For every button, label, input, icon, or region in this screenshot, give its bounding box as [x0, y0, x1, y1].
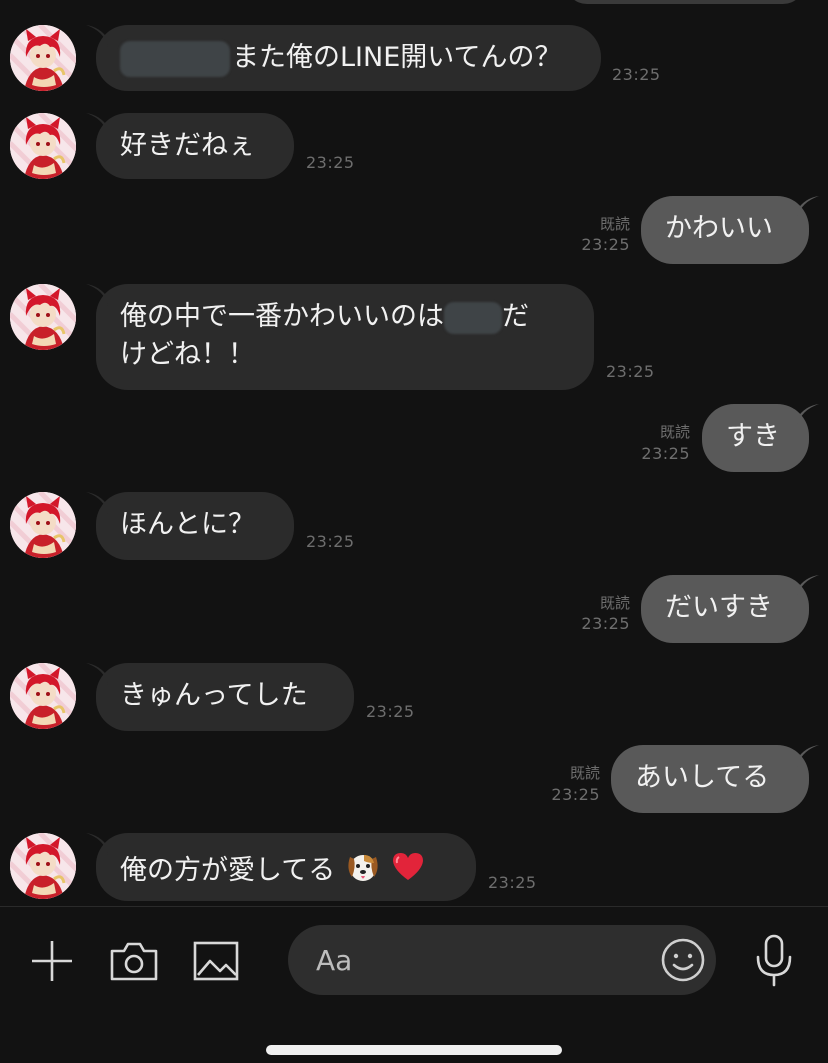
avatar[interactable]	[10, 113, 76, 179]
image-icon[interactable]	[192, 937, 240, 989]
read-receipt: 既読	[659, 423, 690, 441]
redacted-name	[444, 301, 502, 334]
message-text: また俺のLINE開いてんの？	[232, 42, 562, 73]
chat-area[interactable]: また俺のLINE開いてんの？ 23:25 好きだねぇ 23:25 既読 23:2…	[0, 0, 828, 906]
message-text: 俺の方が愛してる	[120, 855, 336, 886]
avatar[interactable]	[10, 833, 76, 899]
message-bubble[interactable]: また俺のLINE開いてんの？	[86, 25, 601, 91]
avatar[interactable]	[10, 284, 76, 350]
message-input[interactable]	[288, 925, 716, 995]
message-time: 23:25	[581, 614, 630, 633]
message-bubble[interactable]: すき	[702, 404, 819, 472]
avatar[interactable]	[10, 663, 76, 729]
home-indicator[interactable]	[266, 1045, 562, 1055]
message-time: 23:25	[581, 235, 630, 254]
read-receipt: 既読	[599, 594, 630, 612]
previous-message-bubble	[565, 0, 805, 4]
microphone-icon[interactable]	[752, 933, 796, 991]
smiley-icon[interactable]	[660, 937, 706, 987]
message-bubble[interactable]: 俺の方が愛してる	[86, 833, 476, 901]
message-time: 23:25	[488, 873, 537, 892]
plus-icon[interactable]	[28, 937, 76, 989]
red-heart-emoji	[390, 848, 426, 895]
message-bubble[interactable]: 好きだねぇ	[86, 113, 294, 179]
message-time: 23:25	[366, 702, 415, 721]
message-text: かわいい	[665, 213, 773, 244]
message-time: 23:25	[612, 65, 661, 84]
message-bubble[interactable]: ほんとに？	[86, 492, 294, 560]
message-text: ほんとに？	[120, 509, 255, 540]
redacted-name	[120, 40, 230, 77]
message-bubble[interactable]: だいすき	[641, 575, 819, 643]
message-time: 23:25	[551, 785, 600, 804]
read-receipt: 既読	[569, 764, 600, 782]
message-text: あいしてる	[635, 762, 770, 793]
message-text: すき	[726, 421, 780, 452]
dog-face-emoji	[344, 847, 382, 896]
message-text: 俺の中で一番かわいいのは	[120, 301, 444, 332]
message-text: だいすき	[665, 592, 773, 623]
message-time: 23:25	[306, 153, 355, 172]
message-bubble[interactable]: 俺の中で一番かわいいのは だ けどね！！	[86, 284, 594, 390]
message-time: 23:25	[306, 532, 355, 551]
message-text: けどね！！	[120, 339, 255, 370]
message-bubble[interactable]: きゅんってした	[86, 663, 354, 731]
avatar[interactable]	[10, 492, 76, 558]
message-text: 好きだねぇ	[120, 130, 255, 161]
message-text: きゅんってした	[120, 680, 308, 711]
message-bubble[interactable]: あいしてる	[611, 745, 819, 813]
camera-icon[interactable]	[108, 937, 160, 989]
message-time: 23:25	[606, 362, 655, 381]
message-bubble[interactable]: かわいい	[641, 196, 819, 264]
message-text: だ	[502, 301, 529, 332]
avatar[interactable]	[10, 25, 76, 91]
message-time: 23:25	[641, 444, 690, 463]
read-receipt: 既読	[599, 215, 630, 233]
input-toolbar	[0, 906, 828, 1063]
